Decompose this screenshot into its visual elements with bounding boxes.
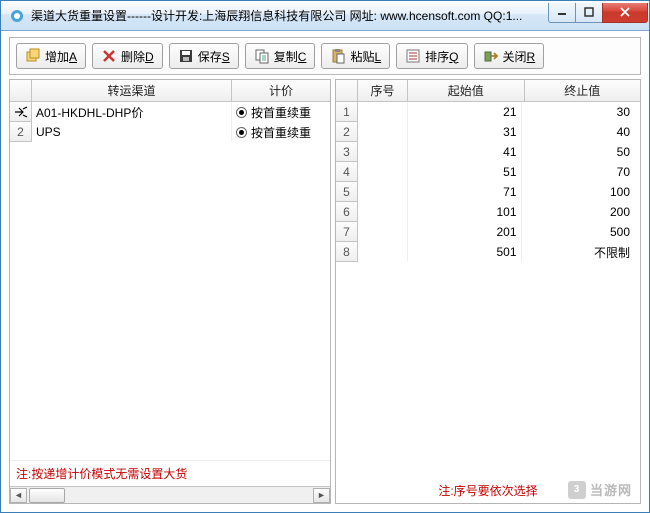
row-indicator: 3 [336, 142, 358, 162]
row-indicator-header [336, 80, 358, 101]
col-end[interactable]: 终止值 [525, 80, 641, 101]
cell-end[interactable]: 30 [522, 102, 641, 122]
maximize-button[interactable] [575, 3, 603, 23]
row-indicator: 7 [336, 222, 358, 242]
copy-icon [254, 48, 270, 64]
cell-start[interactable]: 101 [408, 202, 522, 222]
cell-start[interactable]: 71 [408, 182, 522, 202]
col-pricing[interactable]: 计价 [232, 80, 330, 101]
table-row[interactable]: 8 501不限制 [336, 242, 640, 262]
cell-channel[interactable]: UPS [32, 122, 232, 142]
table-row[interactable]: 6 101200 [336, 202, 640, 222]
cell-seq[interactable] [358, 222, 408, 242]
cell-start[interactable]: 21 [408, 102, 522, 122]
current-row-icon [14, 106, 28, 118]
add-button[interactable]: 增加A [16, 43, 86, 69]
table-row[interactable]: 7 201500 [336, 222, 640, 242]
weight-grid-header: 序号 起始值 终止值 [336, 80, 640, 102]
row-indicator-header [10, 80, 32, 101]
cell-seq[interactable] [358, 182, 408, 202]
cell-seq[interactable] [358, 162, 408, 182]
sort-button[interactable]: 排序Q [396, 43, 467, 69]
cell-channel[interactable]: A01-HKDHL-DHP价 [32, 102, 232, 122]
add-icon [25, 48, 41, 64]
app-icon [9, 8, 25, 24]
table-row[interactable]: A01-HKDHL-DHP价按首重续重 [10, 102, 330, 122]
scroll-right-button[interactable]: ► [313, 488, 330, 503]
window-controls [549, 3, 648, 23]
left-note: 注:按递增计价模式无需设置大货 [10, 460, 330, 486]
window-title: 渠道大货重量设置------设计开发:上海辰翔信息科技有限公司 网址: www.… [31, 7, 549, 24]
cell-end[interactable]: 70 [522, 162, 641, 182]
cell-end[interactable]: 不限制 [522, 242, 641, 262]
cell-pricing[interactable]: 按首重续重 [232, 122, 330, 142]
channel-panel: 转运渠道 计价 A01-HKDHL-DHP价按首重续重2UPS按首重续重 注:按… [9, 79, 331, 504]
cell-start[interactable]: 201 [408, 222, 522, 242]
cell-end[interactable]: 100 [522, 182, 641, 202]
minimize-button[interactable] [548, 3, 576, 23]
row-indicator: 6 [336, 202, 358, 222]
close-window-button[interactable] [602, 3, 648, 23]
scroll-track[interactable] [27, 488, 313, 503]
cell-seq[interactable] [358, 122, 408, 142]
sort-icon [405, 48, 421, 64]
cell-start[interactable]: 41 [408, 142, 522, 162]
table-row[interactable]: 1 2130 [336, 102, 640, 122]
cell-end[interactable]: 40 [522, 122, 641, 142]
radio-selected-icon[interactable] [236, 127, 247, 138]
right-note: 注:序号要依次选择 [336, 478, 640, 503]
table-row[interactable]: 2UPS按首重续重 [10, 122, 330, 142]
paste-icon [330, 48, 346, 64]
content-area: 转运渠道 计价 A01-HKDHL-DHP价按首重续重2UPS按首重续重 注:按… [1, 79, 649, 512]
row-indicator: 8 [336, 242, 358, 262]
app-window: 渠道大货重量设置------设计开发:上海辰翔信息科技有限公司 网址: www.… [0, 0, 650, 513]
close-button[interactable]: 关闭R [474, 43, 545, 69]
table-row[interactable]: 3 4150 [336, 142, 640, 162]
toolbar: 增加A 删除D 保存S 复制C [9, 37, 641, 75]
titlebar[interactable]: 渠道大货重量设置------设计开发:上海辰翔信息科技有限公司 网址: www.… [1, 1, 649, 31]
cell-seq[interactable] [358, 202, 408, 222]
row-indicator: 5 [336, 182, 358, 202]
hscrollbar[interactable]: ◄ ► [10, 486, 330, 503]
cell-start[interactable]: 51 [408, 162, 522, 182]
weight-panel: 序号 起始值 终止值 1 2130 2 3140 3 4150 4 5170 5 71100 6 10… [335, 79, 641, 504]
row-indicator: 4 [336, 162, 358, 182]
cell-pricing[interactable]: 按首重续重 [232, 102, 330, 122]
toolbar-container: 增加A 删除D 保存S 复制C [1, 31, 649, 79]
radio-selected-icon[interactable] [236, 107, 247, 118]
table-row[interactable]: 4 5170 [336, 162, 640, 182]
channel-grid-body[interactable]: A01-HKDHL-DHP价按首重续重2UPS按首重续重 [10, 102, 330, 460]
cell-start[interactable]: 31 [408, 122, 522, 142]
save-button[interactable]: 保存S [169, 43, 239, 69]
cell-seq[interactable] [358, 102, 408, 122]
copy-button[interactable]: 复制C [245, 43, 316, 69]
scroll-left-button[interactable]: ◄ [10, 488, 27, 503]
col-channel[interactable]: 转运渠道 [32, 80, 232, 101]
cell-start[interactable]: 501 [408, 242, 522, 262]
row-indicator [10, 102, 32, 122]
col-seq[interactable]: 序号 [358, 80, 408, 101]
table-row[interactable]: 5 71100 [336, 182, 640, 202]
scroll-thumb[interactable] [29, 488, 65, 503]
delete-button[interactable]: 删除D [92, 43, 163, 69]
cell-end[interactable]: 500 [522, 222, 641, 242]
close-icon [483, 48, 499, 64]
row-indicator: 2 [10, 122, 32, 142]
cell-seq[interactable] [358, 142, 408, 162]
weight-grid-body[interactable]: 1 2130 2 3140 3 4150 4 5170 5 71100 6 101200 7 201500… [336, 102, 640, 478]
row-indicator: 2 [336, 122, 358, 142]
cell-end[interactable]: 50 [522, 142, 641, 162]
row-indicator: 1 [336, 102, 358, 122]
table-row[interactable]: 2 3140 [336, 122, 640, 142]
channel-grid-header: 转运渠道 计价 [10, 80, 330, 102]
cell-end[interactable]: 200 [522, 202, 641, 222]
col-start[interactable]: 起始值 [408, 80, 525, 101]
save-icon [178, 48, 194, 64]
delete-icon [101, 48, 117, 64]
paste-button[interactable]: 粘贴L [321, 43, 390, 69]
cell-seq[interactable] [358, 242, 408, 262]
